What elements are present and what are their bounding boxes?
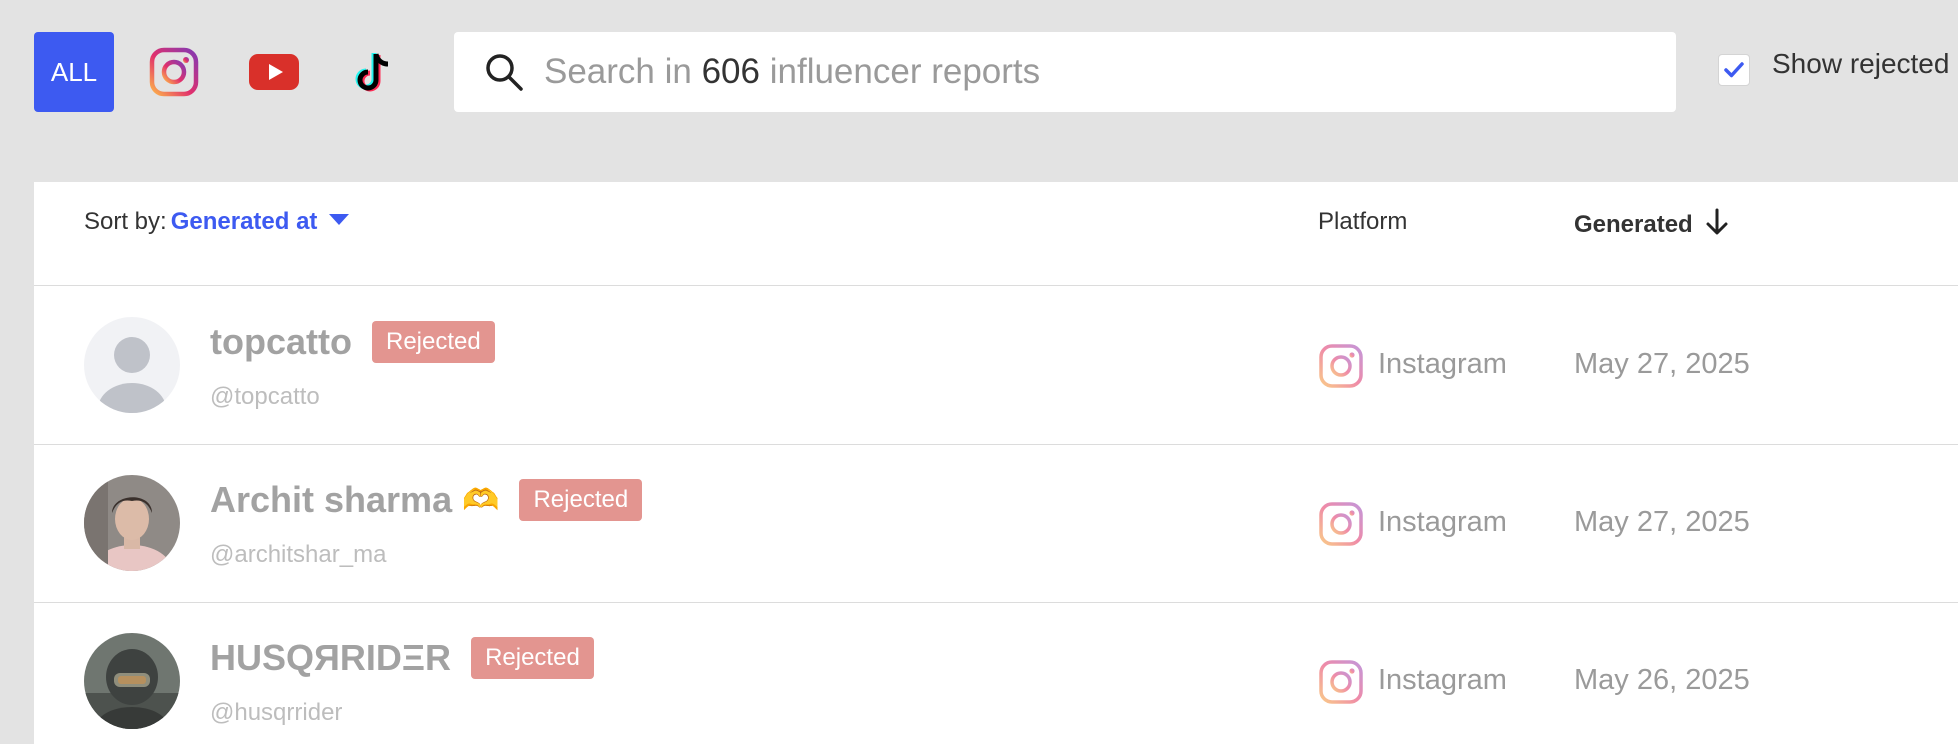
avatar [84, 633, 180, 729]
list-header: Sort by: Generated at Platform Generated [34, 182, 1958, 286]
generated-date: May 27, 2025 [1574, 348, 1750, 380]
show-rejected-label[interactable]: Show rejected [1772, 48, 1949, 80]
report-count: 606 [701, 52, 760, 91]
reports-panel: Sort by: Generated at Platform Generated … [34, 182, 1958, 744]
generated-date: May 27, 2025 [1574, 506, 1750, 538]
influencer-name-line: topcatto Rejected [210, 321, 495, 363]
status-badge: Rejected [371, 321, 495, 363]
search-icon [486, 54, 523, 91]
platform-name: Instagram [1378, 348, 1507, 380]
profile-photo [84, 633, 180, 729]
profile-photo [84, 475, 180, 571]
influencer-name[interactable]: Archit sharma [210, 479, 452, 521]
platform-filter-youtube[interactable] [234, 32, 314, 112]
generated-date: May 26, 2025 [1574, 664, 1750, 696]
sort-control[interactable]: Sort by: Generated at [84, 208, 350, 236]
caret-down-icon[interactable] [329, 214, 350, 226]
platform-filter-tiktok[interactable] [334, 32, 414, 112]
report-row[interactable]: Archit sharma 🫶 Rejected @architshar_ma … [34, 445, 1958, 603]
instagram-icon [1319, 502, 1363, 546]
heart-hands-emoji: 🫶 [462, 483, 500, 517]
search-box[interactable]: Search in 606 influencer reports [454, 32, 1676, 112]
report-row[interactable]: topcatto Rejected @topcatto Instagram Ma… [34, 287, 1958, 445]
influencer-handle: @topcatto [210, 383, 320, 410]
influencer-name-line: HUSQЯRIDΞR Rejected [210, 637, 594, 679]
tiktok-icon [355, 53, 389, 92]
report-row[interactable]: HUSQЯRIDΞR Rejected @husqrrider Instagra… [34, 603, 1958, 744]
status-badge: Rejected [471, 637, 594, 679]
influencer-name-line: Archit sharma 🫶 Rejected [210, 479, 643, 521]
influencer-handle: @architshar_ma [210, 541, 387, 568]
influencer-handle: @husqrrider [210, 699, 343, 726]
platform-name: Instagram [1378, 506, 1507, 538]
influencer-name[interactable]: HUSQЯRIDΞR [210, 637, 451, 679]
sort-value[interactable]: Generated at [171, 208, 318, 235]
filter-toolbar: ALL Search in 606 influencer reports Sho… [0, 0, 1958, 140]
avatar [84, 317, 180, 413]
platform-filter-all[interactable]: ALL [34, 32, 114, 112]
sort-label: Sort by: [84, 208, 167, 235]
influencer-name[interactable]: topcatto [210, 321, 352, 363]
search-placeholder: Search in 606 influencer reports [544, 52, 1041, 91]
column-header-platform: Platform [1318, 208, 1408, 235]
platform-filter-instagram[interactable] [134, 32, 214, 112]
default-avatar-icon [84, 317, 180, 413]
show-rejected-checkbox[interactable] [1718, 54, 1750, 86]
avatar [84, 475, 180, 571]
instagram-icon [1319, 660, 1363, 704]
status-badge: Rejected [519, 479, 643, 521]
arrow-down-icon [1706, 208, 1728, 235]
column-header-generated-label: Generated [1574, 211, 1693, 238]
instagram-icon [149, 47, 199, 97]
platform-name: Instagram [1378, 664, 1507, 696]
column-header-generated[interactable]: Generated [1574, 208, 1729, 239]
youtube-icon [249, 54, 299, 90]
checkmark-icon [1724, 62, 1744, 78]
instagram-icon [1319, 344, 1363, 388]
